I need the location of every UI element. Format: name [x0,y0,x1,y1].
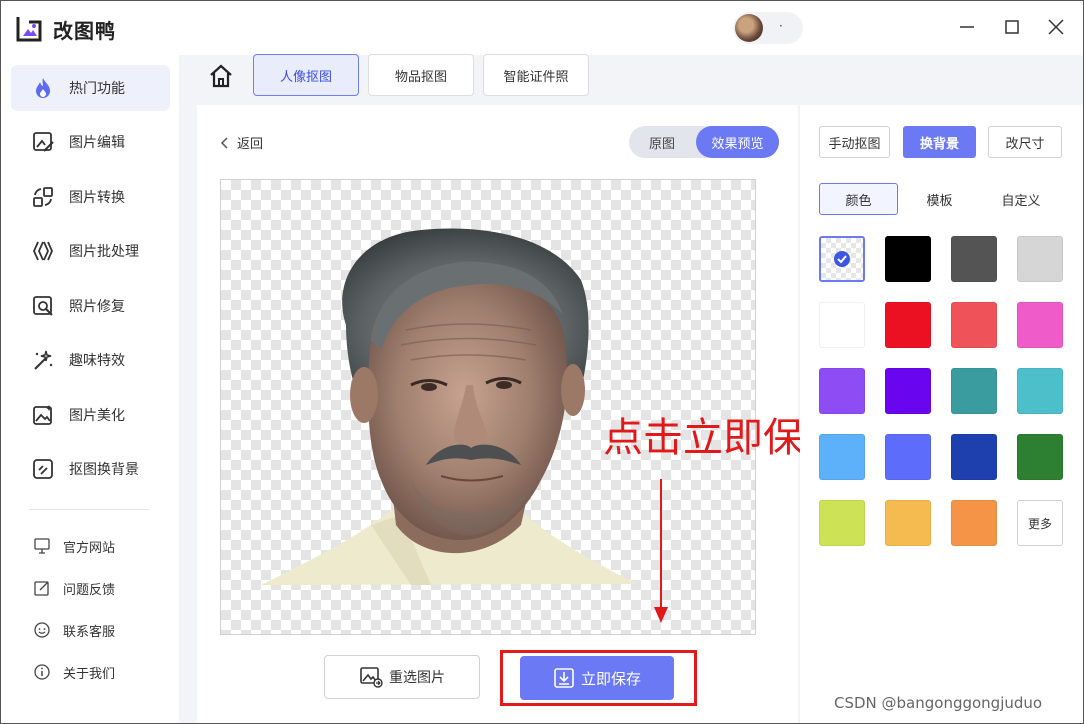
sidebar-link-about[interactable]: 关于我们 [33,660,115,684]
image-replace-icon [360,667,383,688]
convert-icon [33,187,53,207]
close-icon[interactable] [1046,17,1066,37]
sidebar-item-effects[interactable]: 趣味特效 [11,337,170,383]
sidebar-item-label: 图片转换 [69,190,125,206]
sidebar-item-label: 图片编辑 [69,135,125,151]
more-colors-button[interactable]: 更多 [1017,500,1063,546]
color-swatch[interactable] [1017,236,1063,282]
sidebar-link-support[interactable]: 联系客服 [33,618,115,642]
cutout-icon [33,459,53,479]
sidebar-item-label: 照片修复 [69,299,125,315]
title-bar: 改图鸭 · [1,1,1083,55]
sidebar-item-label: 图片批处理 [69,244,139,260]
support-icon [34,622,50,638]
avatar[interactable] [735,14,763,42]
batch-icon [33,241,53,261]
tab-template[interactable]: 模板 [901,183,978,215]
sidebar-link-label: 官方网站 [63,540,116,556]
back-button[interactable]: 返回 [219,133,263,152]
color-swatch[interactable] [951,500,997,546]
right-panel: 手动抠图 换背景 改尺寸 颜色 模板 自定义 更多 [800,105,1083,723]
tab-id-photo[interactable]: 智能证件照 [483,54,589,96]
color-swatch[interactable] [1017,302,1063,348]
feedback-icon [34,581,49,596]
sidebar-link-feedback[interactable]: 问题反馈 [33,576,115,600]
maximize-icon[interactable] [1002,17,1022,37]
photo-repair-icon [33,296,53,316]
sidebar-item-label: 热门功能 [69,81,125,97]
color-swatch[interactable] [951,302,997,348]
sidebar-item-photo-repair[interactable]: 照片修复 [11,283,170,329]
view-toggle: 原图 效果预览 [629,126,779,158]
color-swatch[interactable] [885,500,931,546]
reselect-label: 重选图片 [389,670,445,686]
color-swatch[interactable] [885,302,931,348]
change-background-button[interactable]: 换背景 [903,126,976,158]
color-swatch[interactable] [819,302,865,348]
app-name: 改图鸭 [53,19,116,43]
user-name: · [779,19,783,33]
color-swatch[interactable] [819,368,865,414]
sidebar-link-label: 联系客服 [63,624,116,640]
sidebar-item-image-edit[interactable]: 图片编辑 [11,119,170,165]
color-swatch[interactable] [951,368,997,414]
sidebar-divider [29,509,149,510]
sidebar-link-website[interactable]: 官方网站 [33,534,115,558]
check-icon [834,251,850,267]
swatch-transparent[interactable] [819,236,865,282]
color-swatch[interactable] [951,434,997,480]
color-swatch[interactable] [885,434,931,480]
sidebar-item-batch[interactable]: 图片批处理 [11,228,170,274]
magic-wand-icon [34,350,53,370]
home-icon[interactable] [207,63,235,89]
view-preview-option[interactable]: 效果预览 [696,126,779,158]
sidebar-link-label: 关于我们 [63,666,116,682]
sidebar-item-convert[interactable]: 图片转换 [11,174,170,220]
sidebar-item-label: 抠图换背景 [69,462,139,478]
sidebar: 热门功能 图片编辑 图片转换 图片批处理 照片修复 趣味特效 图片美化 抠图换背… [1,55,179,723]
watermark: CSDN @bangonggongjuduo [834,694,1043,712]
reselect-image-button[interactable]: 重选图片 [324,655,480,699]
color-swatch[interactable] [819,434,865,480]
sidebar-item-beautify[interactable]: 图片美化 [11,392,170,438]
sidebar-link-label: 问题反馈 [63,582,116,598]
tab-object-cutout[interactable]: 物品抠图 [368,54,474,96]
color-swatch[interactable] [819,500,865,546]
color-swatch[interactable] [1017,434,1063,480]
save-highlight-box [500,650,697,706]
flame-icon [36,78,50,98]
tab-portrait-cutout[interactable]: 人像抠图 [253,54,359,96]
color-swatch[interactable] [885,236,931,282]
minimize-icon[interactable] [957,17,977,37]
sidebar-item-label: 图片美化 [69,408,125,424]
chevron-left-icon [220,136,228,149]
sidebar-item-cutout[interactable]: 抠图换背景 [11,446,170,492]
sidebar-item-label: 趣味特效 [69,353,125,369]
color-swatch[interactable] [1017,368,1063,414]
color-swatch[interactable] [951,236,997,282]
manual-cutout-button[interactable]: 手动抠图 [819,126,890,158]
tab-custom[interactable]: 自定义 [982,183,1060,215]
image-edit-icon [33,132,54,152]
app-logo-icon [16,17,42,42]
resize-button[interactable]: 改尺寸 [988,126,1062,158]
user-menu[interactable]: · [733,12,803,44]
monitor-icon [34,538,50,554]
beautify-icon [33,405,52,425]
view-original-option[interactable]: 原图 [629,126,695,158]
color-swatch[interactable] [885,368,931,414]
tab-color[interactable]: 颜色 [819,183,898,215]
annotation-arrow-icon [654,479,668,623]
info-icon [34,664,50,680]
app-window: 改图鸭 · 热门功能 图片编辑 图片转换 图片批处理 照片修复 趣味特效 图片美… [0,0,1084,724]
back-label: 返回 [237,137,264,152]
sidebar-item-hot[interactable]: 热门功能 [11,65,170,111]
